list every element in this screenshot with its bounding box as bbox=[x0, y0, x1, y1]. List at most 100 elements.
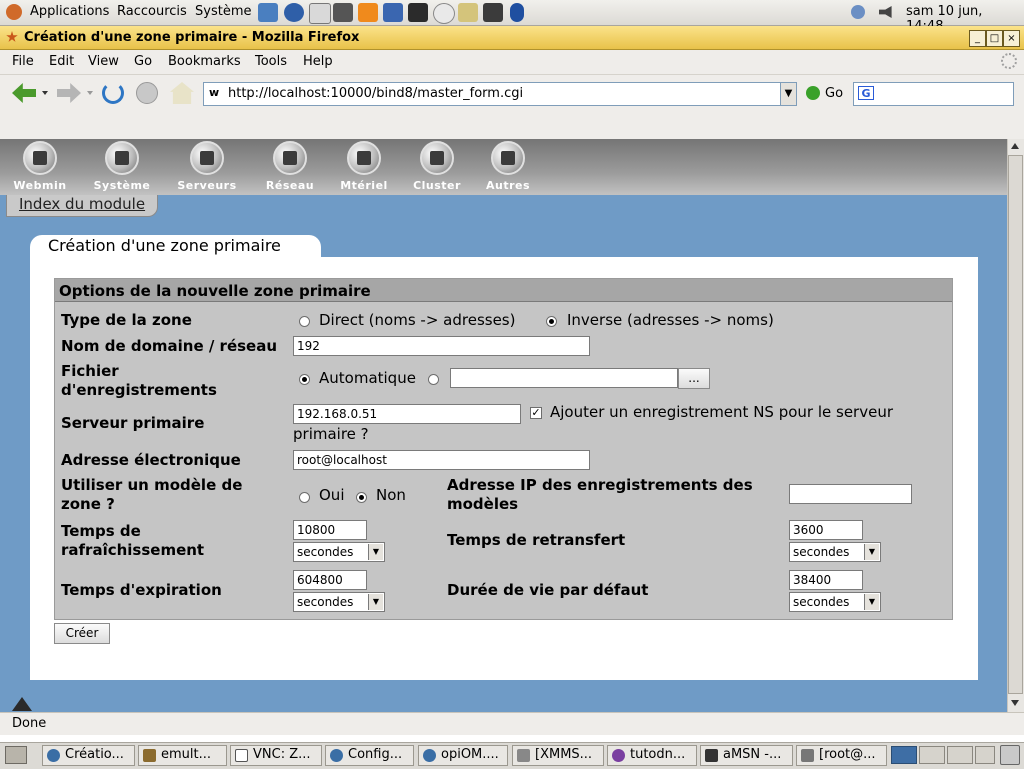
vlc-launcher-icon[interactable] bbox=[358, 3, 378, 22]
forward-icon[interactable] bbox=[57, 83, 81, 103]
retry-input[interactable]: 3600 bbox=[789, 520, 863, 540]
records-file-input[interactable] bbox=[450, 368, 678, 388]
template-no-radio[interactable] bbox=[356, 492, 367, 503]
records-file-auto-radio[interactable] bbox=[299, 374, 310, 385]
refresh-input[interactable]: 10800 bbox=[293, 520, 367, 540]
go-button[interactable]: Go bbox=[825, 86, 843, 101]
menu-file[interactable]: File bbox=[12, 54, 34, 69]
email-label: Adresse électronique bbox=[61, 451, 241, 469]
people-launcher-icon[interactable] bbox=[258, 3, 278, 22]
reload-icon[interactable] bbox=[102, 82, 124, 104]
show-desktop-icon[interactable] bbox=[5, 746, 27, 764]
ttl-unit-select[interactable]: secondes ▼ bbox=[789, 592, 881, 612]
back-dropdown-icon[interactable] bbox=[42, 91, 48, 95]
retry-unit-select[interactable]: secondes ▼ bbox=[789, 542, 881, 562]
category-network[interactable]: Réseau bbox=[260, 141, 320, 192]
template-yes-radio[interactable] bbox=[299, 492, 310, 503]
workspace-switcher-1[interactable] bbox=[891, 746, 917, 764]
task-root-terminal[interactable]: [root@... bbox=[796, 745, 887, 766]
task-xmms[interactable]: [XMMS... bbox=[512, 745, 604, 766]
domain-input[interactable]: 192 bbox=[293, 336, 590, 356]
stop-icon[interactable] bbox=[136, 82, 158, 104]
servers-icon bbox=[190, 141, 224, 175]
scroll-up-icon[interactable] bbox=[1011, 143, 1019, 149]
category-cluster[interactable]: Cluster bbox=[407, 141, 467, 192]
window-titlebar[interactable]: Création d'une zone primaire - Mozilla F… bbox=[0, 26, 1024, 50]
search-box[interactable]: G bbox=[853, 82, 1014, 106]
firefox-launcher-icon[interactable] bbox=[284, 3, 304, 22]
console-launcher-icon[interactable] bbox=[483, 3, 503, 22]
task-emulator[interactable]: emult... bbox=[138, 745, 227, 766]
user-status-icon[interactable] bbox=[851, 5, 865, 19]
applications-menu[interactable]: Applications bbox=[30, 4, 109, 19]
menu-go[interactable]: Go bbox=[134, 54, 152, 69]
url-history-dropdown[interactable]: ▼ bbox=[780, 82, 797, 106]
template-ip-input[interactable] bbox=[789, 484, 912, 504]
category-others[interactable]: Autres bbox=[478, 141, 538, 192]
system-menu[interactable]: Système bbox=[195, 4, 251, 19]
terminal-launcher-icon[interactable] bbox=[408, 3, 428, 22]
go-arrow-icon[interactable] bbox=[806, 86, 820, 100]
task-firefox-zone[interactable]: Créatio... bbox=[42, 745, 135, 766]
zone-type-label: Type de la zone bbox=[61, 311, 192, 329]
trash-icon[interactable] bbox=[1000, 745, 1020, 765]
refresh-unit-select[interactable]: secondes ▼ bbox=[293, 542, 385, 562]
task-tutodns[interactable]: tutodn... bbox=[607, 745, 697, 766]
forward-dropdown-icon[interactable] bbox=[87, 91, 93, 95]
scrollbar-thumb[interactable] bbox=[1008, 155, 1023, 694]
workspace-switcher-4[interactable] bbox=[975, 746, 995, 764]
task-opiom[interactable]: opiOM.... bbox=[418, 745, 508, 766]
browse-file-button[interactable]: ... bbox=[678, 368, 710, 389]
top-panel: Applications Raccourcis Système sam 10 j… bbox=[0, 0, 1024, 34]
master-server-input[interactable]: 192.168.0.51 bbox=[293, 404, 521, 424]
mozilla-launcher-icon[interactable] bbox=[383, 3, 403, 22]
task-vnc[interactable]: VNC: Z... bbox=[230, 745, 322, 766]
expire-input[interactable]: 604800 bbox=[293, 570, 367, 590]
ubuntu-logo-icon[interactable] bbox=[6, 4, 22, 20]
task-amsn[interactable]: aMSN -... bbox=[700, 745, 793, 766]
task-config[interactable]: Config... bbox=[325, 745, 414, 766]
menu-tools[interactable]: Tools bbox=[255, 54, 287, 69]
firefox-icon bbox=[47, 749, 60, 762]
volume-icon[interactable] bbox=[879, 6, 892, 18]
mail-launcher-icon[interactable] bbox=[309, 3, 331, 24]
template-no-label: Non bbox=[376, 486, 406, 504]
menu-bookmarks[interactable]: Bookmarks bbox=[168, 54, 241, 69]
maximize-button[interactable]: □ bbox=[986, 30, 1003, 47]
notes-launcher-icon[interactable] bbox=[458, 3, 478, 22]
calculator-launcher-icon[interactable] bbox=[333, 3, 353, 22]
module-index-link[interactable]: Index du module bbox=[19, 195, 145, 213]
url-bar[interactable]: w http://localhost:10000/bind8/master_fo… bbox=[203, 82, 781, 106]
module-index-tab[interactable]: Index du module bbox=[6, 195, 158, 217]
category-webmin[interactable]: Webmin bbox=[10, 141, 70, 192]
zone-type-forward-radio[interactable] bbox=[299, 316, 310, 327]
menu-edit[interactable]: Edit bbox=[49, 54, 74, 69]
menu-help[interactable]: Help bbox=[303, 54, 333, 69]
workspace-switcher-2[interactable] bbox=[919, 746, 945, 764]
workspace-switcher-3[interactable] bbox=[947, 746, 973, 764]
category-hardware[interactable]: Mtériel bbox=[334, 141, 394, 192]
webmin-icon bbox=[23, 141, 57, 175]
records-file-custom-radio[interactable] bbox=[428, 374, 439, 385]
minimize-button[interactable]: _ bbox=[969, 30, 986, 47]
category-servers[interactable]: Serveurs bbox=[177, 141, 237, 192]
back-icon[interactable] bbox=[12, 83, 36, 103]
expire-unit-select[interactable]: secondes ▼ bbox=[293, 592, 385, 612]
google-search-icon[interactable]: G bbox=[858, 86, 874, 100]
close-button[interactable]: × bbox=[1003, 30, 1020, 47]
back-arrow-icon[interactable] bbox=[12, 697, 32, 711]
zone-type-reverse-radio[interactable] bbox=[546, 316, 557, 327]
clock-launcher-icon[interactable] bbox=[433, 3, 455, 24]
zone-options-table: Options de la nouvelle zone primaire Typ… bbox=[54, 278, 953, 620]
menu-view[interactable]: View bbox=[88, 54, 119, 69]
bluetooth-icon[interactable] bbox=[510, 3, 524, 22]
email-input[interactable]: root@localhost bbox=[293, 450, 590, 470]
ttl-input[interactable]: 38400 bbox=[789, 570, 863, 590]
category-system[interactable]: Système bbox=[92, 141, 152, 192]
shortcuts-menu[interactable]: Raccourcis bbox=[117, 4, 187, 19]
home-icon[interactable] bbox=[170, 82, 194, 104]
add-ns-record-checkbox[interactable]: ✓ bbox=[530, 407, 542, 419]
create-button[interactable]: Créer bbox=[54, 623, 110, 644]
scroll-down-icon[interactable] bbox=[1011, 700, 1019, 706]
firefox-icon bbox=[423, 749, 436, 762]
